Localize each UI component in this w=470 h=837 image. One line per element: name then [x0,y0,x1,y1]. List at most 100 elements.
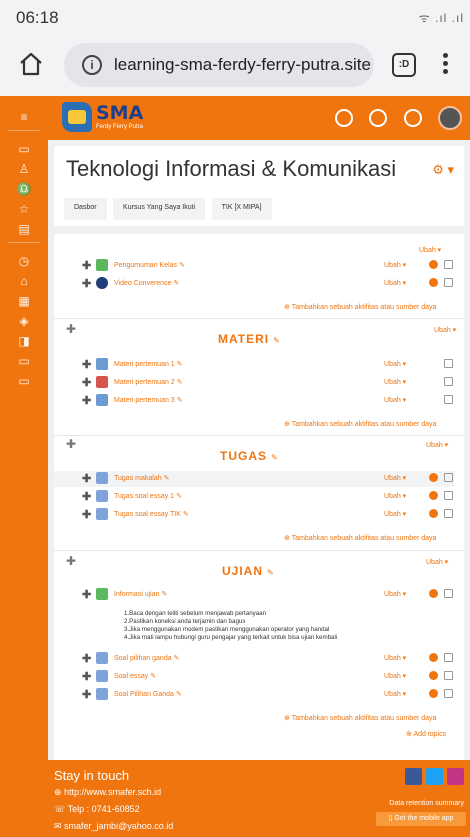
move-icon[interactable]: ✚ [82,588,91,601]
nav-competencies-icon[interactable]: ☆ [14,200,34,218]
activity-link[interactable]: Pengumuman Kelas ✎ [114,261,185,269]
activity-edit-menu[interactable]: Ubah ▾ [384,360,406,368]
facebook-icon[interactable] [405,768,422,785]
activity-edit-menu[interactable]: Ubah ▾ [384,690,406,698]
group-mode-icon[interactable] [429,689,438,698]
section-title-materi[interactable]: MATERI ✎ [218,332,281,346]
browser-menu-button[interactable] [441,51,449,77]
section-edit-menu[interactable]: Ubah ▾ [426,558,448,566]
section-move-icon[interactable]: ✚ [66,554,76,568]
footer-website-link[interactable]: ⊕ http://www.smafer.sch.id [54,787,161,798]
home-button[interactable] [18,51,44,77]
activity-edit-menu[interactable]: Ubah ▾ [384,492,406,500]
hamburger-icon[interactable]: ≡ [14,108,34,126]
move-icon[interactable]: ✚ [82,376,91,389]
move-icon[interactable]: ✚ [82,259,91,272]
footer-email-link[interactable]: ✉ smafer_jambi@yahoo.co.id [54,821,173,832]
activity-edit-menu[interactable]: Ubah ▾ [384,396,406,404]
nav-my-courses-icon[interactable]: ▭ [14,352,34,370]
section-title-tugas[interactable]: TUGAS ✎ [220,449,279,463]
activity-edit-menu[interactable]: Ubah ▾ [384,261,406,269]
group-mode-icon[interactable] [429,589,438,598]
activity-edit-menu[interactable]: Ubah ▾ [384,654,406,662]
activity-edit-menu[interactable]: Ubah ▾ [384,672,406,680]
site-info-icon[interactable]: i [82,55,102,75]
move-icon[interactable]: ✚ [82,394,91,407]
activity-edit-menu[interactable]: Ubah ▾ [384,474,406,482]
move-icon[interactable]: ✚ [82,277,91,290]
nav-content-bank-icon[interactable]: ◨ [14,332,34,350]
completion-checkbox[interactable] [444,589,453,598]
activity-edit-menu[interactable]: Ubah ▾ [384,590,406,598]
activity-link[interactable]: Informasi ujian ✎ [114,590,167,598]
activity-edit-menu[interactable]: Ubah ▾ [384,378,406,386]
section-title-ujian[interactable]: UJIAN ✎ [222,564,275,578]
activity-link[interactable]: Tugas soal essay TIK ✎ [114,510,189,518]
section-move-icon[interactable]: ✚ [66,322,76,336]
nav-participants-icon[interactable]: ♙ [14,160,34,178]
site-logo[interactable]: SMA Ferdy Ferry Putra [62,102,158,134]
completion-checkbox[interactable] [444,359,453,368]
completion-checkbox[interactable] [444,509,453,518]
move-icon[interactable]: ✚ [82,358,91,371]
activity-edit-menu[interactable]: Ubah ▾ [384,279,406,287]
completion-checkbox[interactable] [444,671,453,680]
completion-checkbox[interactable] [444,473,453,482]
twitter-icon[interactable] [426,768,443,785]
section-edit-menu[interactable]: Ubah ▾ [419,246,441,254]
nav-home-icon[interactable]: ⌂ [14,272,34,290]
section-move-icon[interactable]: ✚ [66,437,76,451]
move-icon[interactable]: ✚ [82,472,91,485]
completion-checkbox[interactable] [444,395,453,404]
activity-link[interactable]: Soal essay ✎ [114,672,156,680]
gear-icon[interactable]: ⚙ ▾ [432,162,454,178]
breadcrumb-dasbor[interactable]: Dasbor [64,198,107,220]
completion-checkbox[interactable] [444,278,453,287]
add-activity-link[interactable]: Tambahkan sebuah aktifitas atau sumber d… [284,303,437,311]
section-edit-menu[interactable]: Ubah ▾ [426,441,448,449]
activity-link[interactable]: Materi pertemuan 1 ✎ [114,360,183,368]
nav-private-files-icon[interactable]: ◈ [14,312,34,330]
data-retention-link[interactable]: Data retention summary [389,800,464,807]
group-mode-icon[interactable] [429,260,438,269]
nav-course-tik-icon[interactable]: ▭ [14,372,34,390]
move-icon[interactable]: ✚ [82,670,91,683]
mobile-app-button[interactable]: ▯ Get the mobile app [376,812,466,826]
group-mode-icon[interactable] [429,509,438,518]
group-mode-icon[interactable] [429,473,438,482]
breadcrumb-course[interactable]: TIK [X MIPA] [211,198,272,220]
add-topics-link[interactable]: Add topics [406,730,446,738]
activity-edit-menu[interactable]: Ubah ▾ [384,510,406,518]
completion-checkbox[interactable] [444,491,453,500]
activity-link[interactable]: Materi pertemuan 3 ✎ [114,396,183,404]
messages-icon[interactable] [369,109,388,127]
activity-link[interactable]: Tugas makalah ✎ [114,474,169,482]
activity-link[interactable]: Soal Pilihan Ganda ✎ [114,690,182,698]
activity-link[interactable]: Tugas soal essay 1 ✎ [114,492,182,500]
move-icon[interactable]: ✚ [82,490,91,503]
completion-checkbox[interactable] [444,689,453,698]
activity-link[interactable]: Materi pertemuan 2 ✎ [114,378,183,386]
group-mode-icon[interactable] [429,278,438,287]
move-icon[interactable]: ✚ [82,652,91,665]
nav-calendar-icon[interactable]: ▦ [14,292,34,310]
add-activity-link[interactable]: Tambahkan sebuah aktifitas atau sumber d… [284,534,437,542]
completion-checkbox[interactable] [444,653,453,662]
group-mode-icon[interactable] [429,491,438,500]
group-mode-icon[interactable] [429,653,438,662]
nav-grades-icon[interactable]: ▤ [14,220,34,238]
nav-courses-icon[interactable]: ▭ [14,140,34,158]
add-activity-link[interactable]: Tambahkan sebuah aktifitas atau sumber d… [284,420,437,428]
add-activity-link[interactable]: Tambahkan sebuah aktifitas atau sumber d… [284,714,437,722]
activity-link[interactable]: Soal pilihan ganda ✎ [114,654,179,662]
instagram-icon[interactable] [447,768,464,785]
address-bar[interactable]: i learning-sma-ferdy-ferry-putra.site [64,43,374,87]
tab-switcher-button[interactable]: :D [392,53,416,77]
completion-checkbox[interactable] [444,377,453,386]
section-edit-menu[interactable]: Ubah ▾ [434,326,456,334]
breadcrumb-my-courses[interactable]: Kursus Yang Saya Ikuti [113,198,206,220]
nav-badges-icon[interactable]: ♎ [14,180,34,198]
group-mode-icon[interactable] [429,671,438,680]
notifications-icon[interactable] [403,109,422,127]
move-icon[interactable]: ✚ [82,688,91,701]
